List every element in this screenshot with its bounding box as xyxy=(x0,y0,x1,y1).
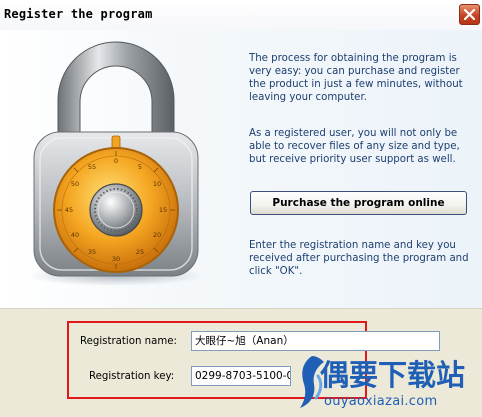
dial-number: 25 xyxy=(136,248,144,256)
info-paragraph-3: Enter the registration name and key you … xyxy=(249,240,469,277)
padlock-icon: 0 5 10 15 20 25 30 35 40 45 50 55 xyxy=(28,41,204,286)
info-paragraph-2: As a registered user, you will not only … xyxy=(249,128,460,165)
dial-number: 0 xyxy=(114,157,118,165)
dial-number: 10 xyxy=(153,180,161,188)
dial-number: 40 xyxy=(71,231,79,239)
dial-number: 20 xyxy=(153,231,161,239)
close-icon xyxy=(464,9,475,20)
dial-number: 55 xyxy=(88,163,96,171)
dial-number: 35 xyxy=(88,248,96,256)
window-title: Register the program xyxy=(4,7,153,21)
watermark: 偶要下载站 ouyaoxiazai.com xyxy=(298,344,482,416)
dial-number: 45 xyxy=(65,206,73,214)
registration-name-label: Registration name: xyxy=(80,336,177,347)
watermark-url: ouyaoxiazai.com xyxy=(324,394,438,409)
dial-number: 30 xyxy=(112,255,120,263)
dial-number: 5 xyxy=(138,163,142,171)
main-panel: 0 5 10 15 20 25 30 35 40 45 50 55 The pr… xyxy=(0,30,482,308)
close-button[interactable] xyxy=(459,4,480,25)
purchase-online-button[interactable]: Purchase the program online xyxy=(250,191,467,215)
info-paragraph-1: The process for obtaining the program is… xyxy=(249,53,463,103)
title-bar: Register the program xyxy=(0,0,482,31)
watermark-title: 偶要下载站 xyxy=(320,358,466,392)
registration-key-label: Registration key: xyxy=(89,371,175,382)
dial-number: 50 xyxy=(71,180,79,188)
registration-key-field[interactable]: 0299-8703-5100-0... xyxy=(191,366,291,386)
dial-number: 15 xyxy=(159,206,167,214)
